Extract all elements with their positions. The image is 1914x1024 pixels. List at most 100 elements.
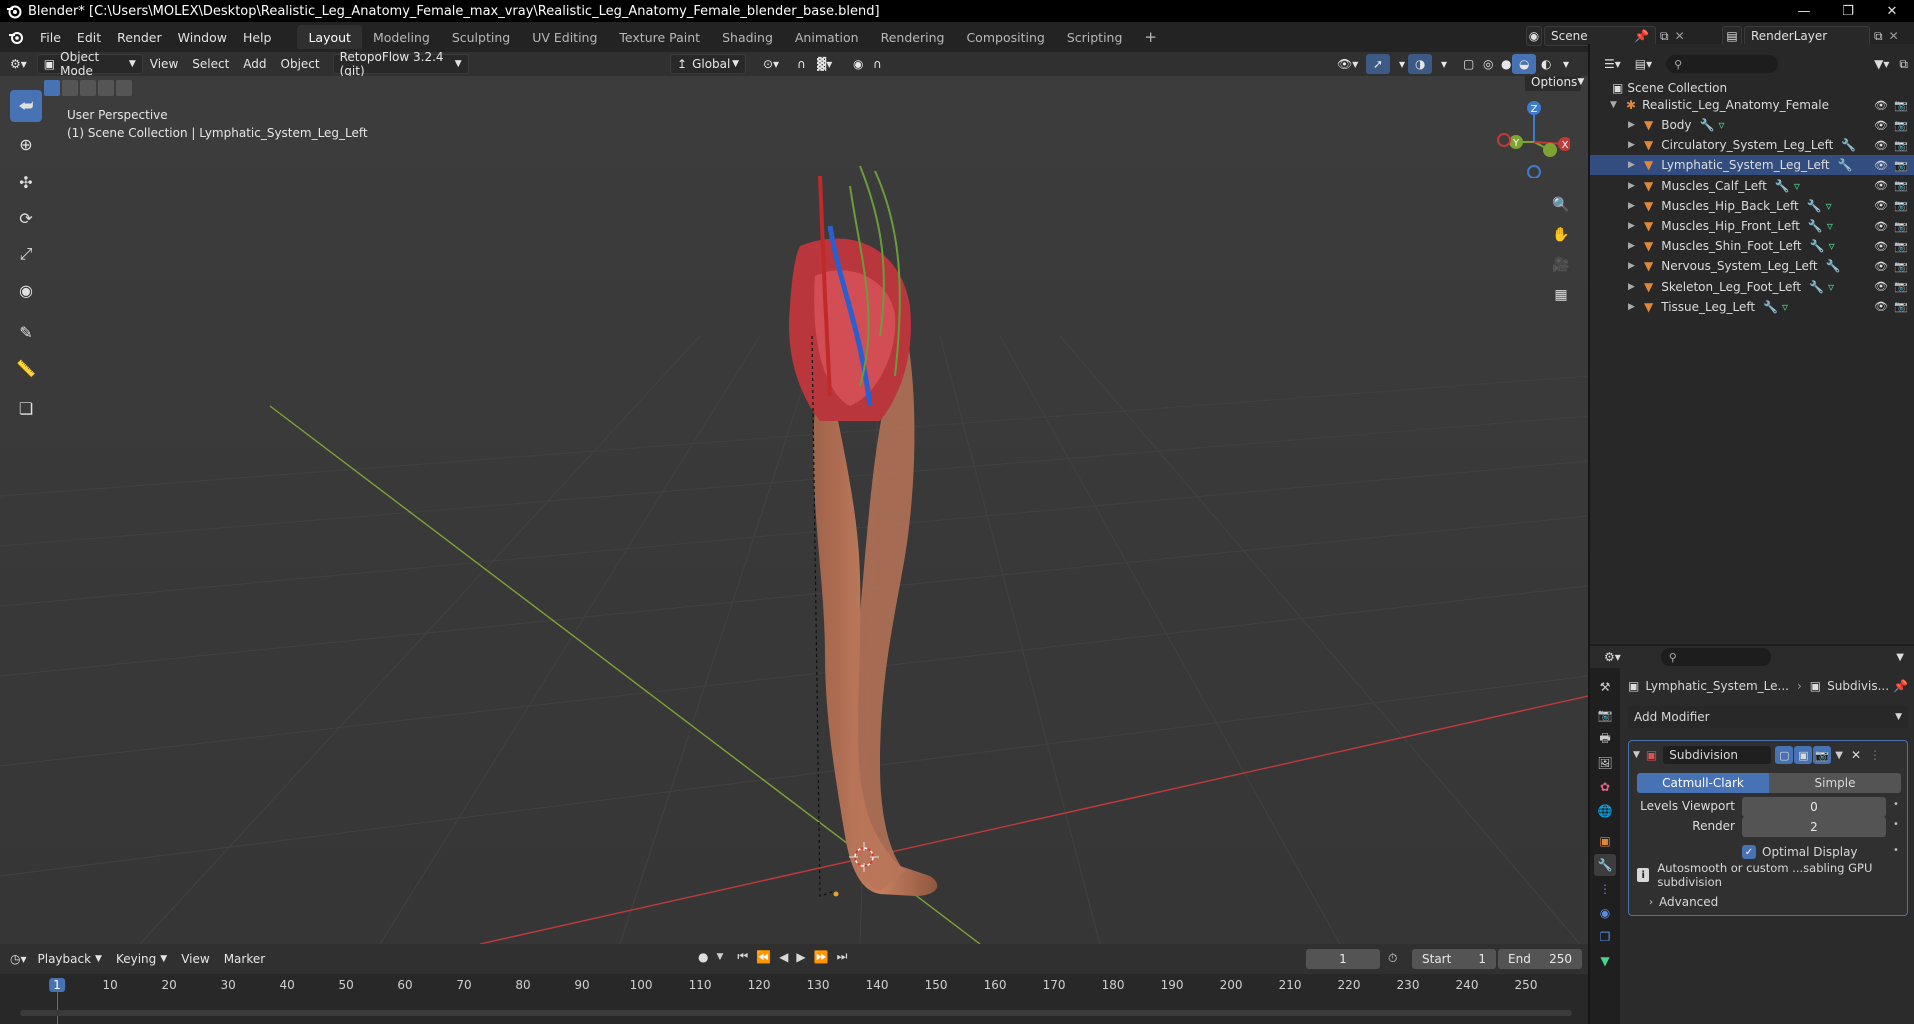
visibility-icon[interactable]: 👁▾ — [1330, 54, 1365, 74]
expand-right-icon[interactable]: ▶ — [1628, 160, 1638, 170]
visibility-eye-icon[interactable]: 👁 — [1874, 119, 1888, 132]
timeline-scrollbar[interactable] — [20, 1010, 1572, 1016]
modifier-wrench-icon[interactable]: 🔧 — [1841, 138, 1856, 152]
clock-icon[interactable]: ⏱ — [1388, 951, 1397, 966]
render-toggle-icon[interactable]: 📷 — [1813, 746, 1832, 764]
select-box-tool-icon[interactable]: ⮨ — [10, 90, 42, 122]
expand-right-icon[interactable]: ▶ — [1628, 302, 1638, 312]
cursor-tool-icon[interactable]: ⊕ — [10, 128, 42, 160]
current-frame-indicator[interactable]: 1 — [49, 978, 65, 992]
view-layer-tab-icon[interactable]: 🖼 — [1594, 752, 1616, 774]
modifier-wrench-icon[interactable]: 🔧 — [1838, 158, 1853, 172]
visibility-eye-icon[interactable]: 👁 — [1874, 159, 1888, 172]
timeline-view-menu[interactable]: View — [174, 949, 216, 969]
visibility-eye-icon[interactable]: 👁 — [1874, 220, 1888, 233]
snap-target-icon[interactable]: ▓▾ — [810, 54, 839, 74]
simple-button[interactable]: Simple — [1769, 773, 1901, 793]
current-frame-field[interactable]: 1 — [1306, 949, 1380, 969]
modifier-wrench-icon[interactable]: 🔧 — [1700, 118, 1715, 132]
transform-orientation-dropdown[interactable]: ↥ Global ▼ — [670, 54, 746, 74]
tab-shading[interactable]: Shading — [711, 25, 784, 49]
retopoflow-dropdown[interactable]: RetopoFlow 3.2.4 (git) ▼ — [332, 50, 469, 78]
menu-select[interactable]: Select — [185, 54, 236, 74]
tab-compositing[interactable]: Compositing — [955, 25, 1055, 49]
renderlayer-icon[interactable]: ▤ — [1722, 26, 1742, 46]
tab-animation[interactable]: Animation — [784, 25, 870, 49]
record-keyframe-icon[interactable]: ● — [698, 950, 708, 964]
scale-tool-icon[interactable]: ⤢ — [10, 238, 42, 270]
remove-modifier-icon[interactable]: ✕ — [1851, 748, 1861, 762]
new-collection-icon[interactable]: ⧉ — [1899, 57, 1908, 72]
add-cube-tool-icon[interactable]: ❏ — [10, 392, 42, 424]
mesh-data-icon[interactable]: ▿ — [1794, 179, 1800, 193]
mesh-data-icon[interactable]: ▿ — [1827, 219, 1833, 233]
tab-sculpting[interactable]: Sculpting — [441, 25, 521, 49]
optimal-display-checkbox[interactable]: ✓ Optimal Display — [1742, 843, 1858, 861]
properties-editor-icon[interactable]: ⚙▾ — [1604, 650, 1621, 664]
expand-right-icon[interactable]: ▶ — [1628, 140, 1638, 150]
rotate-tool-icon[interactable]: ⟳ — [10, 202, 42, 234]
drag-handle-icon[interactable]: ⋮ — [1869, 748, 1881, 762]
expand-right-icon[interactable]: ▶ — [1628, 120, 1638, 130]
restore-icon[interactable]: ❐ — [1826, 0, 1870, 22]
camera-view-icon[interactable]: 🎥 — [1548, 252, 1574, 278]
navigation-gizmo[interactable]: Z X Y — [1490, 98, 1570, 178]
frame-ruler[interactable]: 1 10 20 30 40 50 60 70 80 90 100 110 120 130 140 150 160… — [0, 974, 1588, 1024]
outliner-editor-icon[interactable]: ☰▾ — [1604, 57, 1621, 71]
keyframe-dot-icon[interactable]: • — [1893, 845, 1899, 856]
start-frame-field[interactable]: Start 1 — [1412, 949, 1496, 969]
measure-tool-icon[interactable]: 📏 — [10, 352, 42, 384]
playhead-line[interactable] — [57, 992, 58, 1024]
new-renderlayer-icon[interactable]: ⧉ — [1874, 29, 1883, 44]
tab-scripting[interactable]: Scripting — [1056, 25, 1134, 49]
render-camera-icon[interactable]: 📷 — [1894, 260, 1908, 273]
menu-window[interactable]: Window — [170, 26, 235, 48]
playback-menu[interactable]: Playback ▼ — [31, 949, 109, 969]
select-invert-icon[interactable] — [98, 80, 114, 96]
render-levels-field[interactable]: 2 — [1742, 817, 1886, 837]
render-tab-icon[interactable]: 📷 — [1594, 704, 1616, 726]
output-tab-icon[interactable]: 🖶 — [1594, 728, 1616, 750]
modifier-tab-icon[interactable]: 🔧 — [1594, 854, 1616, 876]
visibility-eye-icon[interactable]: 👁 — [1874, 240, 1888, 253]
expand-right-icon[interactable]: ▶ — [1628, 261, 1638, 271]
visibility-eye-icon[interactable]: 👁 — [1874, 139, 1888, 152]
tab-texture-paint[interactable]: Texture Paint — [608, 25, 711, 49]
mode-dropdown[interactable]: ▣ Object Mode ▼ — [36, 50, 143, 78]
world-tab-icon[interactable]: 🌐 — [1594, 800, 1616, 822]
render-camera-icon[interactable]: 📷 — [1894, 300, 1908, 313]
add-modifier-button[interactable]: Add Modifier ▼ — [1628, 706, 1908, 728]
render-camera-icon[interactable]: 📷 — [1894, 280, 1908, 293]
particles-tab-icon[interactable]: ⋮ — [1594, 878, 1616, 900]
mesh-data-icon[interactable]: ▿ — [1782, 300, 1788, 314]
annotate-tool-icon[interactable]: ✎ — [10, 316, 42, 348]
mesh-data-icon[interactable]: ▿ — [1826, 199, 1832, 213]
tab-modeling[interactable]: Modeling — [362, 25, 441, 49]
menu-view[interactable]: View — [143, 54, 185, 74]
physics-tab-icon[interactable]: ◉ — [1594, 902, 1616, 924]
keying-menu[interactable]: Keying ▼ — [109, 949, 174, 969]
mesh-data-icon[interactable]: ▿ — [1829, 239, 1835, 253]
advanced-subpanel-toggle[interactable]: › Advanced — [1649, 893, 1718, 911]
catmull-clark-button[interactable]: Catmull-Clark — [1637, 773, 1769, 793]
data-tab-icon[interactable]: ▼ — [1594, 950, 1616, 972]
jump-start-icon[interactable]: ⏮ — [737, 949, 748, 964]
outliner-object-row[interactable]: ▶ ▼ Muscles_Hip_Front_Left 🔧 ▿ 👁 📷 — [1590, 216, 1914, 236]
expand-down-icon[interactable]: ▼ — [1610, 100, 1620, 110]
visibility-eye-icon[interactable]: 👁 — [1874, 199, 1888, 212]
timeline-area[interactable]: 1 10 20 30 40 50 60 70 80 90 100 110 120 130 140 150 160… — [0, 974, 1588, 1024]
modifier-wrench-icon[interactable]: 🔧 — [1763, 300, 1778, 314]
delete-renderlayer-icon[interactable]: ✕ — [1889, 29, 1899, 43]
chevron-down-icon[interactable]: ▼ — [1896, 652, 1904, 663]
collapse-chevron-icon[interactable]: ▼ — [1633, 750, 1640, 760]
tab-uv-editing[interactable]: UV Editing — [521, 25, 608, 49]
object-tab-icon[interactable]: ▣ — [1594, 830, 1616, 852]
outliner-object-row[interactable]: ▶ ▼ Muscles_Hip_Back_Left 🔧 ▿ 👁 📷 — [1590, 196, 1914, 216]
menu-object[interactable]: Object — [274, 54, 327, 74]
outliner-collection-row[interactable]: ▼ ✱ Realistic_Leg_Anatomy_Female 👁 📷 — [1590, 95, 1914, 115]
visibility-eye-icon[interactable]: 👁 — [1874, 260, 1888, 273]
prev-keyframe-icon[interactable]: ⏪ — [756, 950, 771, 964]
pivot-point-icon[interactable]: ⊙▾ — [756, 54, 786, 74]
editor-type-icon[interactable]: ⚙▾ — [0, 54, 31, 74]
marker-menu[interactable]: Marker — [217, 949, 272, 969]
